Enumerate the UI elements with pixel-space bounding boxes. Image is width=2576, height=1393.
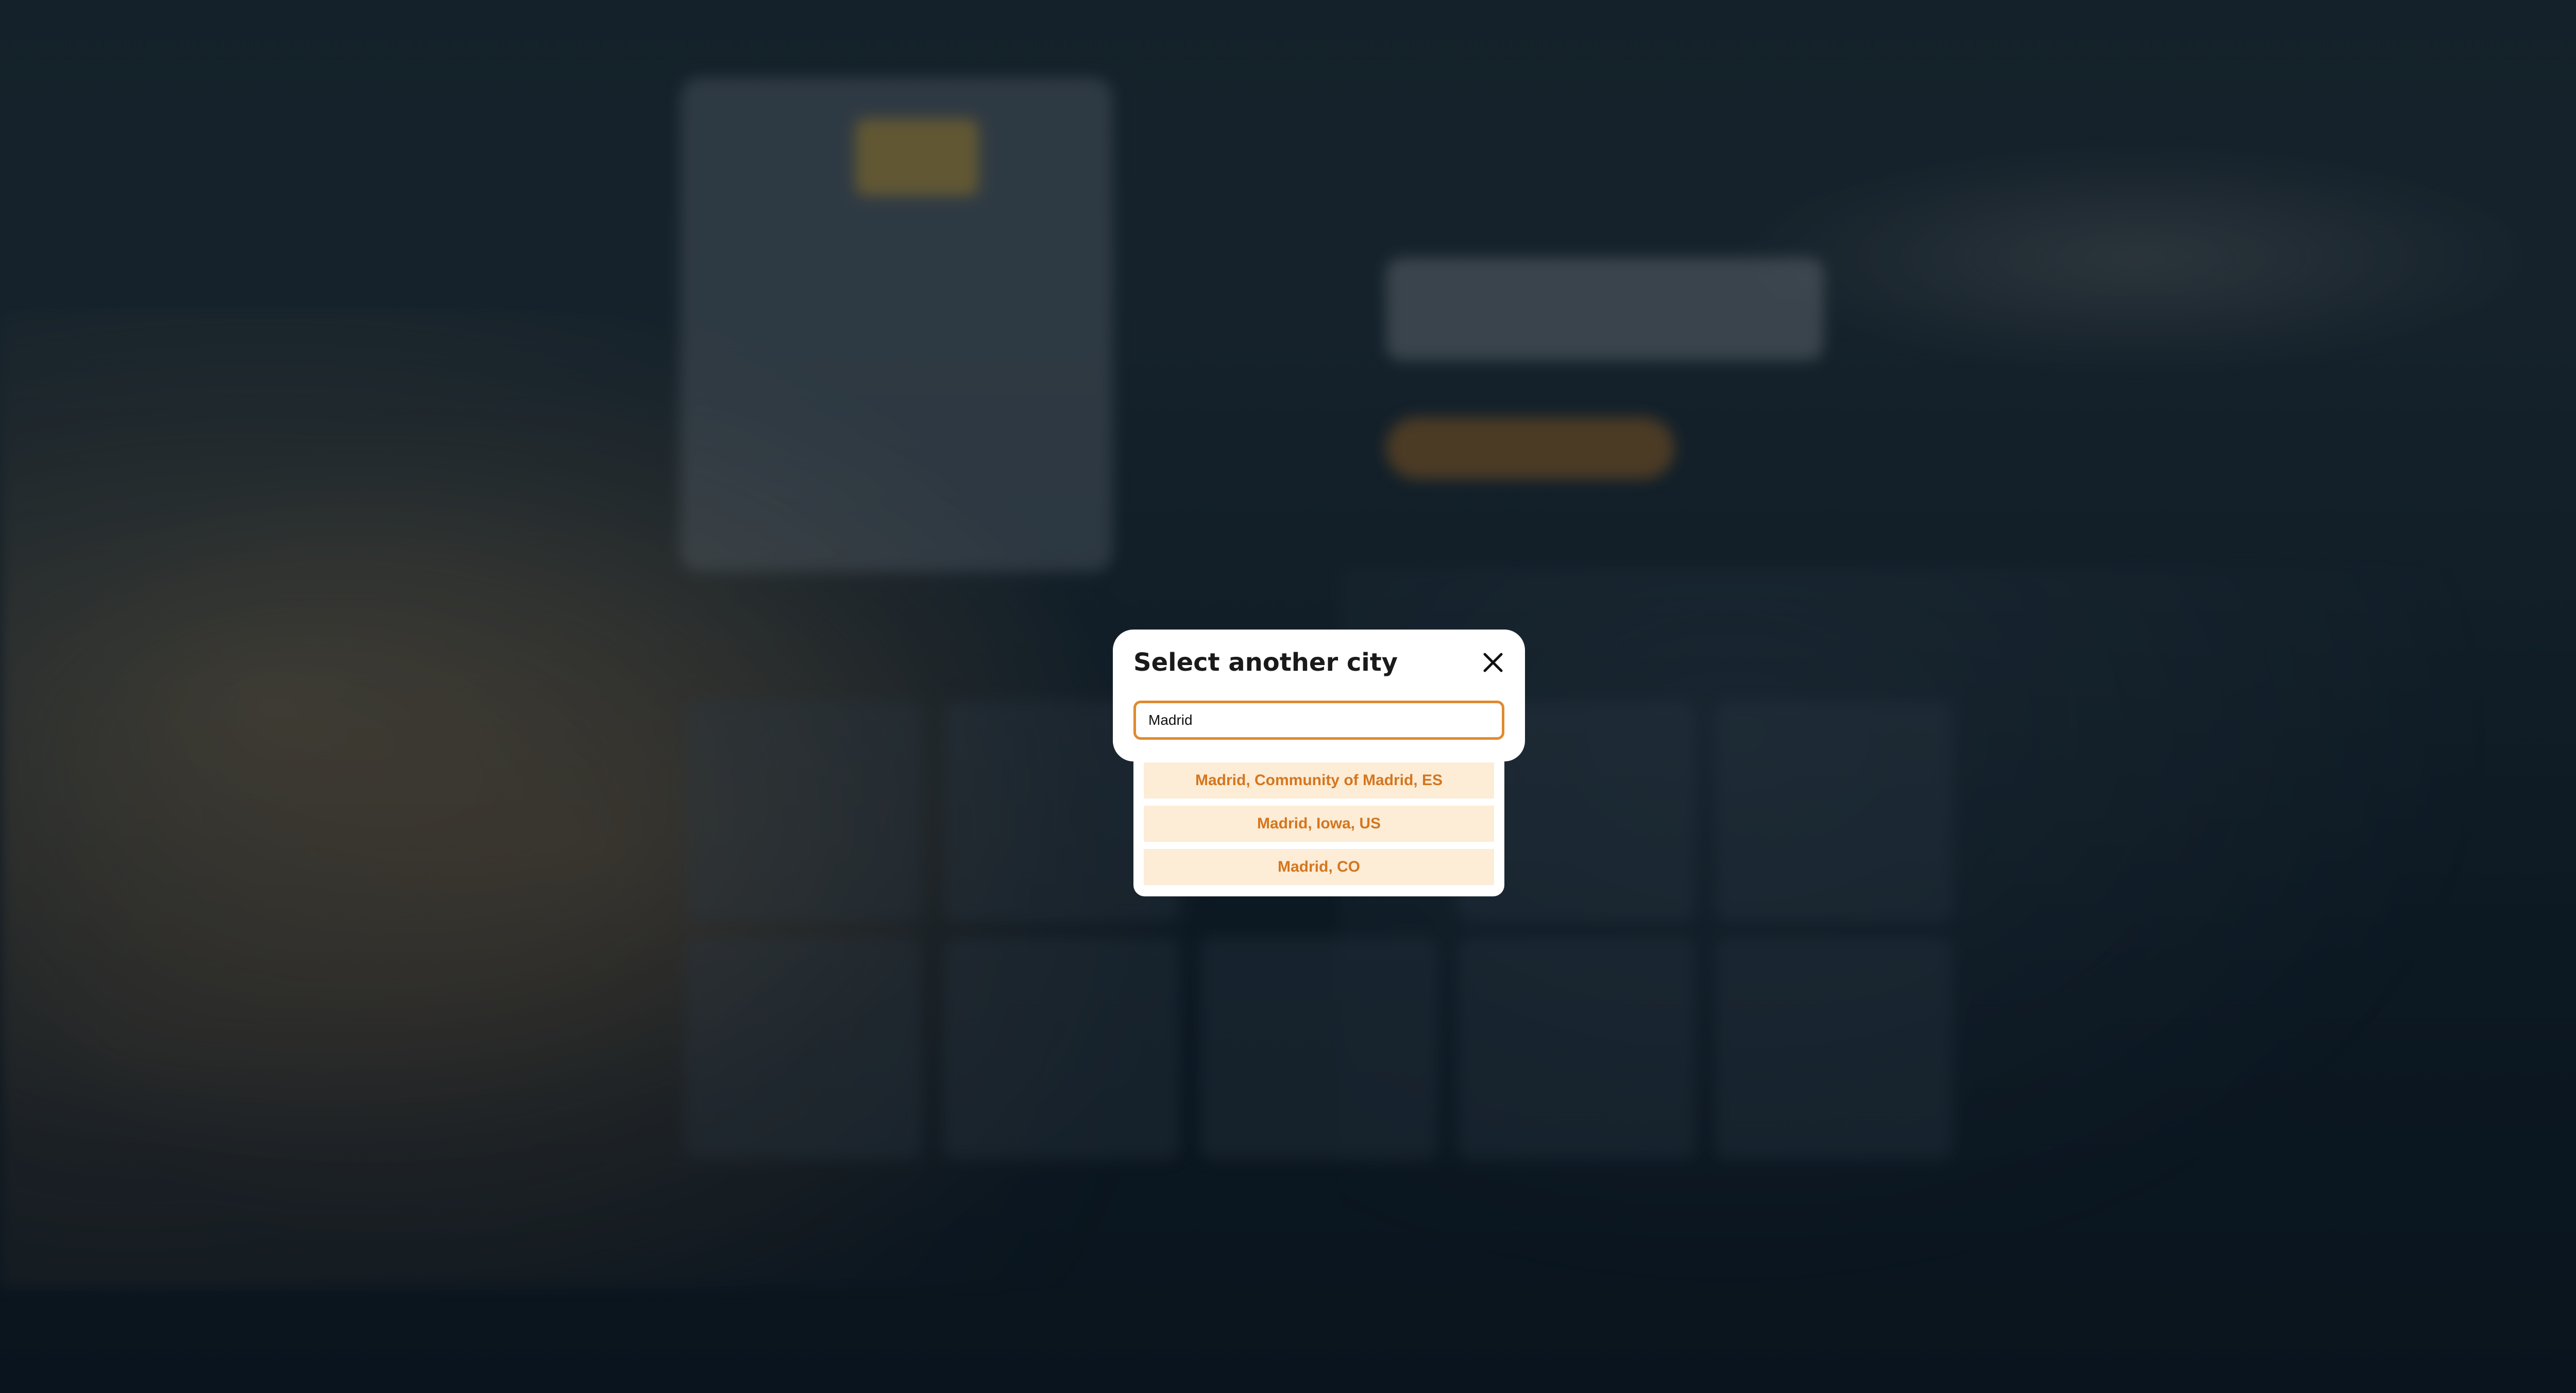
suggestion-item[interactable]: Madrid, Community of Madrid, ES	[1144, 762, 1494, 799]
suggestion-item[interactable]: Madrid, Iowa, US	[1144, 806, 1494, 842]
city-search-input[interactable]	[1133, 701, 1504, 740]
city-suggestions-list: Madrid, Community of Madrid, ES Madrid, …	[1133, 752, 1504, 896]
suggestion-item[interactable]: Madrid, CO	[1144, 849, 1494, 885]
select-city-modal: Select another city	[1113, 630, 1525, 761]
modal-title: Select another city	[1133, 648, 1398, 677]
close-button[interactable]	[1480, 649, 1506, 676]
close-icon	[1483, 653, 1503, 672]
